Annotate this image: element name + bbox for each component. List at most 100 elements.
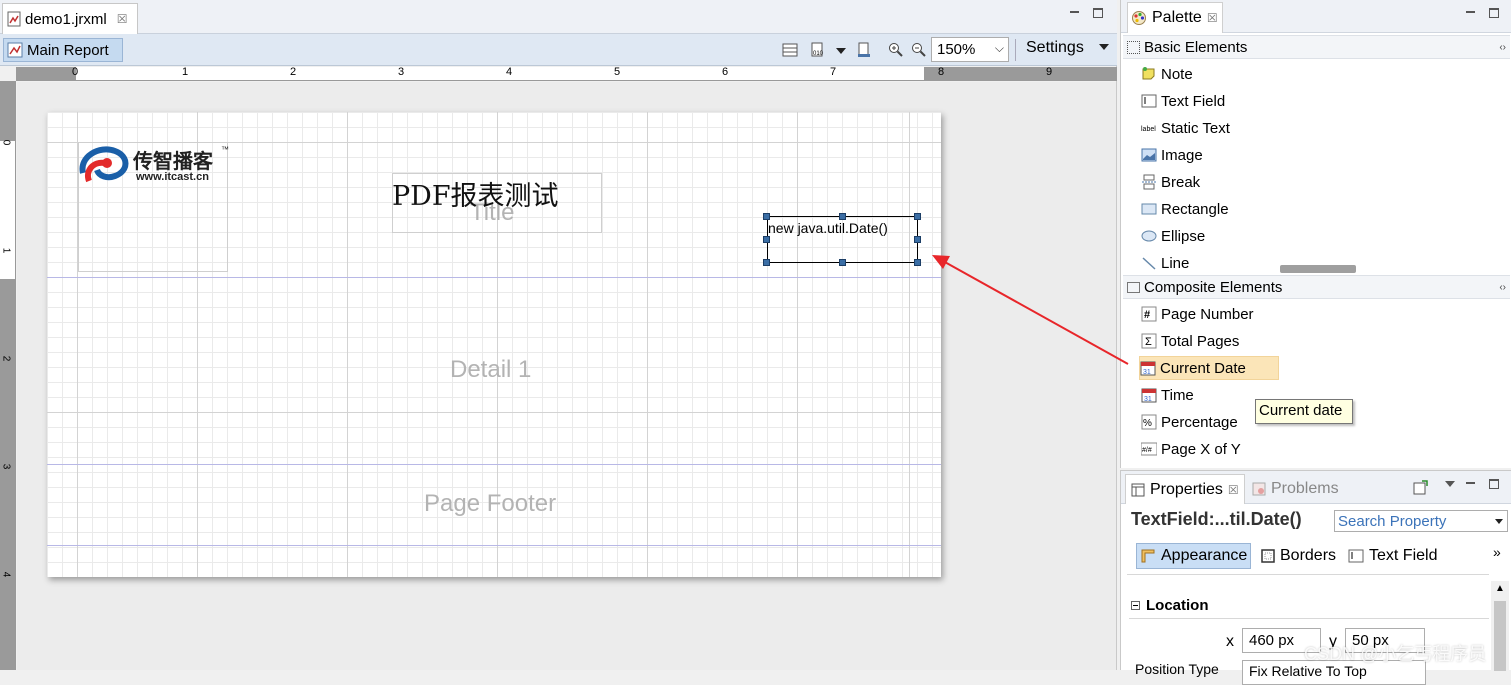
view-menu-icon[interactable]	[1445, 481, 1455, 487]
property-subtabs: Appearance Borders Text Field »	[1133, 543, 1503, 569]
palette-item-total-pages[interactable]: Σ Total Pages	[1141, 329, 1243, 353]
vruler-number: 3	[0, 463, 12, 470]
selection-title: TextField:...til.Date()	[1131, 509, 1302, 529]
palette-item-break[interactable]: Break	[1141, 170, 1204, 194]
ruler-number: 0	[72, 67, 79, 78]
tab-label: demo1.jrxml	[25, 10, 107, 28]
palette-view: Palette ☒ Basic Elements ‹› Note Text Fi…	[1120, 0, 1511, 468]
palette-item-text-field[interactable]: Text Field	[1141, 89, 1229, 113]
subtab-borders[interactable]: Borders	[1258, 543, 1339, 569]
minimize-icon[interactable]	[1069, 6, 1081, 18]
band-separator-footer[interactable]	[47, 545, 941, 546]
grid-guide	[797, 112, 798, 577]
position-type-label: Position Type	[1135, 661, 1219, 677]
band-separator-detail[interactable]	[47, 464, 941, 465]
jrxml-file-icon	[7, 11, 21, 27]
maximize-icon[interactable]	[1093, 8, 1103, 18]
note-icon	[1141, 66, 1157, 82]
report-page[interactable]: 传智播客 ™ www.itcast.cn Title PDF报表测试 new j…	[47, 112, 941, 577]
vertical-ruler: 0 1 2 3 4	[0, 81, 16, 670]
main-report-button[interactable]: Main Report	[3, 38, 123, 62]
palette-item-ellipse[interactable]: Ellipse	[1141, 224, 1209, 248]
scrollbar-thumb[interactable]	[1494, 601, 1506, 671]
chevron-down-icon: ⌵	[994, 41, 1004, 55]
preview-dropdown-arrow[interactable]	[836, 48, 846, 54]
vruler-number: 0	[0, 139, 12, 146]
group-label: Composite Elements	[1144, 278, 1283, 296]
close-icon[interactable]: ☒	[1207, 11, 1218, 25]
vruler-margin-bottom	[0, 279, 15, 670]
maximize-icon[interactable]	[1489, 479, 1499, 489]
current-date-text-field[interactable]: new java.util.Date()	[767, 216, 918, 263]
settings-button[interactable]: Settings	[1015, 39, 1084, 61]
new-view-icon[interactable]	[1413, 479, 1429, 495]
tab-properties[interactable]: Properties ☒	[1125, 474, 1245, 504]
palette-item-rectangle[interactable]: Rectangle	[1141, 197, 1233, 221]
minimize-icon[interactable]	[1465, 6, 1477, 18]
search-property-input[interactable]: Search Property	[1334, 510, 1508, 532]
logo-image-element[interactable]: 传智播客 ™ www.itcast.cn	[78, 142, 229, 272]
design-canvas[interactable]: 传智播客 ™ www.itcast.cn Title PDF报表测试 new j…	[17, 82, 1116, 670]
export-icon[interactable]	[856, 42, 872, 58]
close-icon[interactable]: ☒	[1228, 483, 1239, 497]
palette-resize-grip[interactable]	[1280, 265, 1356, 273]
resize-handle[interactable]	[914, 259, 921, 266]
preview-data-icon[interactable]: 010	[810, 42, 826, 58]
resize-handle[interactable]	[839, 259, 846, 266]
resize-handle[interactable]	[839, 213, 846, 220]
resize-handle[interactable]	[914, 213, 921, 220]
resize-handle[interactable]	[763, 213, 770, 220]
more-tabs-icon[interactable]: »	[1493, 544, 1501, 560]
properties-scrollbar[interactable]: ▲	[1491, 581, 1509, 671]
zoom-out-icon[interactable]	[911, 42, 927, 58]
resize-handle[interactable]	[914, 236, 921, 243]
palette-group-composite[interactable]: Composite Elements ‹›	[1123, 275, 1510, 299]
location-section-header[interactable]: Location	[1131, 597, 1209, 614]
chevron-down-icon	[1495, 519, 1503, 524]
band-separator-title[interactable]	[47, 277, 941, 278]
resize-handle[interactable]	[763, 259, 770, 266]
tab-palette[interactable]: Palette ☒	[1127, 2, 1223, 33]
maximize-icon[interactable]	[1489, 8, 1499, 18]
svg-text:#/#: #/#	[1142, 447, 1152, 454]
ellipse-icon	[1141, 228, 1157, 244]
subtab-appearance[interactable]: Appearance	[1136, 543, 1252, 569]
palette-item-line[interactable]: Line	[1141, 251, 1193, 275]
collapse-icon[interactable]: ‹›	[1499, 42, 1506, 53]
zoom-select[interactable]: 150% ⌵	[931, 37, 1009, 62]
svg-text:#: #	[1144, 309, 1150, 321]
resize-handle[interactable]	[763, 236, 770, 243]
page-x-of-y-icon: #/#	[1140, 441, 1158, 457]
close-icon[interactable]: ☒	[117, 12, 128, 26]
palette-item-current-date[interactable]: 31 Current Date	[1139, 356, 1279, 380]
ruler-number: 5	[614, 67, 621, 78]
palette-item-percentage[interactable]: % Percentage	[1141, 410, 1242, 434]
grid-guide	[647, 112, 648, 577]
divider	[1129, 618, 1489, 619]
vruler-number: 2	[0, 355, 12, 362]
palette-item-note[interactable]: Note	[1141, 62, 1197, 86]
tab-demo1-jrxml[interactable]: demo1.jrxml ☒	[2, 3, 138, 34]
logo-trademark: ™	[221, 145, 229, 154]
palette-item-time[interactable]: 31 Time	[1141, 383, 1198, 407]
minimize-icon[interactable]	[1465, 477, 1477, 489]
subtab-text-field[interactable]: Text Field	[1345, 543, 1440, 569]
svg-text:label: label	[1141, 126, 1156, 133]
layout-icon[interactable]	[782, 42, 798, 58]
x-label: x	[1226, 633, 1234, 650]
palette-item-image[interactable]: Image	[1141, 143, 1207, 167]
zoom-in-icon[interactable]	[888, 42, 904, 58]
title-text[interactable]: PDF报表测试	[392, 174, 559, 213]
palette-group-basic[interactable]: Basic Elements ‹›	[1123, 35, 1510, 59]
tab-problems[interactable]: Problems	[1247, 474, 1344, 504]
svg-text:31: 31	[1143, 369, 1151, 376]
settings-dropdown-arrow[interactable]	[1099, 44, 1109, 50]
hash-icon: #	[1141, 306, 1157, 322]
palette-item-page-x-of-y[interactable]: #/# Page X of Y	[1140, 437, 1245, 461]
watermark: CSDN @小乞丐程序员	[1304, 644, 1487, 664]
basic-elements-icon	[1127, 40, 1140, 54]
palette-item-page-number[interactable]: # Page Number	[1141, 302, 1258, 326]
scroll-up-icon[interactable]: ▲	[1495, 583, 1505, 594]
palette-item-static-text[interactable]: label Static Text	[1141, 116, 1234, 140]
collapse-icon[interactable]: ‹›	[1499, 282, 1506, 293]
